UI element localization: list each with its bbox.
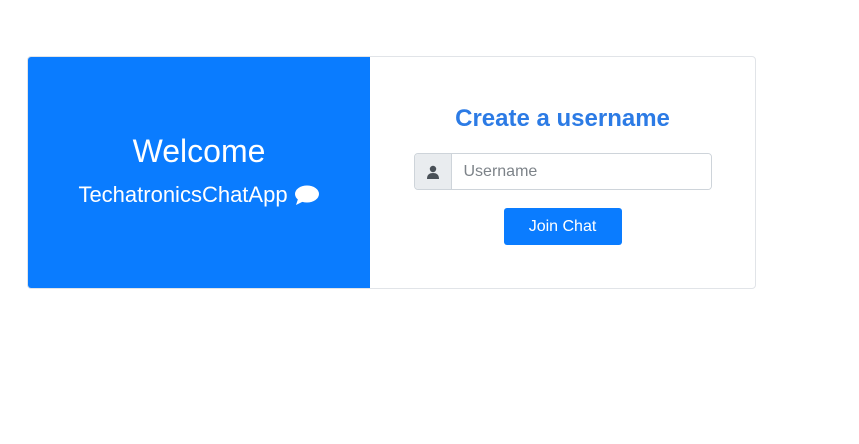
- input-addon: [414, 154, 452, 189]
- app-name-row: TechatronicsChatApp: [78, 181, 319, 209]
- join-chat-button[interactable]: Join Chat: [503, 208, 622, 245]
- username-input-group: [413, 153, 712, 190]
- welcome-panel: Welcome TechatronicsChatApp: [28, 57, 370, 288]
- form-title: Create a username: [455, 105, 670, 132]
- welcome-heading: Welcome: [132, 132, 266, 169]
- form-panel: Create a username Join Chat: [370, 57, 755, 288]
- chat-bubble-icon: [294, 184, 320, 206]
- user-icon: [426, 165, 439, 179]
- login-card: Welcome TechatronicsChatApp Create a use…: [27, 56, 756, 289]
- app-name: TechatronicsChatApp: [78, 181, 288, 207]
- username-input[interactable]: [451, 154, 711, 189]
